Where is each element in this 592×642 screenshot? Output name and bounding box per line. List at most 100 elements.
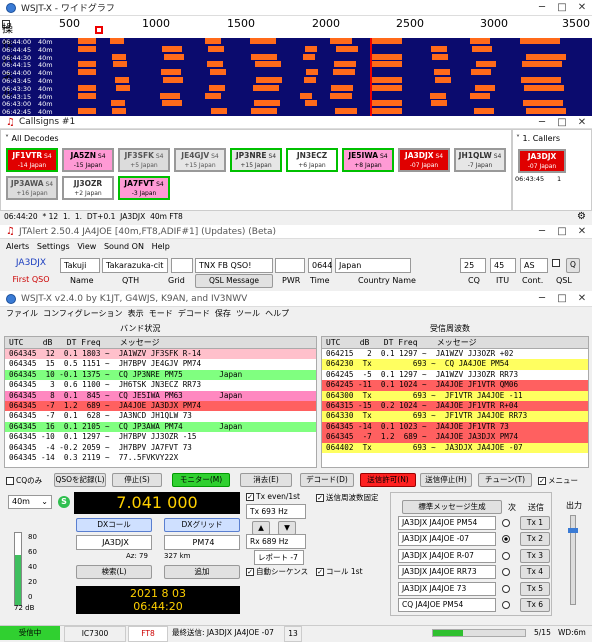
band-activity-table[interactable]: UTC dB DT Freq メッセージ 064345 12 0.1 1803 … <box>4 336 317 468</box>
decode-row[interactable]: 064345 -7 1.2 689 ~ JA4JOE JA3DJX PM74 <box>5 400 316 412</box>
report-spinbox[interactable]: レポート -7 <box>254 550 304 565</box>
itu-zone-select[interactable]: 45 <box>490 258 516 273</box>
call-1st-checkbox[interactable]: ✓ コール 1st <box>316 566 363 577</box>
decode-row[interactable]: 064345 -7 0.1 628 ~ JA3NCD JH1QLW 73 <box>5 411 316 422</box>
decode-row[interactable]: 064315 -15 0.2 1024 ~ JA4JOE JF1VTR R+04 <box>322 400 588 412</box>
lookup-button[interactable]: 検索(L) <box>76 565 152 579</box>
tx-next-radio[interactable] <box>502 551 510 560</box>
maximize-icon[interactable]: □ <box>552 293 572 304</box>
pwr-field[interactable] <box>275 258 305 273</box>
menu-config[interactable]: コンフィグレーション <box>43 309 122 318</box>
minimize-icon[interactable]: ─ <box>532 117 552 128</box>
rx-freq-spinbox[interactable]: Rx 689 Hz <box>246 534 306 549</box>
qsl-checkbox[interactable] <box>552 259 560 267</box>
close-icon[interactable]: ✕ <box>572 293 592 304</box>
tx-now-button[interactable]: Tx 5 <box>520 581 550 596</box>
tx-now-button[interactable]: Tx 3 <box>520 548 550 563</box>
tx-even-checkbox[interactable]: ✓ Tx even/1st <box>246 492 300 501</box>
decode-row[interactable]: 064330 Tx 693 ~ JF1VTR JA4JOE RR73 <box>322 411 588 422</box>
menu-save[interactable]: 保存 <box>215 309 231 318</box>
minimize-icon[interactable]: ─ <box>532 293 552 304</box>
callsign-card[interactable]: JE4GJV S4 +15 Japan <box>174 148 226 172</box>
enable-tx-button[interactable]: 送信許可(N) <box>360 473 416 487</box>
tx-now-button[interactable]: Tx 4 <box>520 565 550 580</box>
decode-button[interactable]: デコード(D) <box>300 473 354 487</box>
generate-messages-button[interactable]: 標準メッセージ生成 <box>402 500 502 514</box>
waterfall-display[interactable]: 操作パネル 500 1000 1500 2000 2500 3000 3500 … <box>0 16 592 116</box>
callers-tree[interactable]: ˅ 1. Callers <box>516 134 560 143</box>
decode-row[interactable]: 064345 -4 -0.2 2059 ~ JH7BPV JA7FVT 73 <box>5 442 316 453</box>
menu-file[interactable]: ファイル <box>6 309 38 318</box>
power-slider-handle[interactable] <box>568 528 578 533</box>
all-decodes-tree[interactable]: ˅ All Decodes <box>5 134 59 143</box>
gear-icon[interactable]: ⚙ <box>577 211 586 223</box>
decode-row[interactable]: 064345 -14 0.3 2119 ~ 77..5FVKVY22X <box>5 452 316 464</box>
stop-button[interactable]: 停止(S) <box>112 473 162 487</box>
tx-message-field[interactable]: JA3DJX JA4JOE 73 <box>398 581 496 596</box>
menu-decode[interactable]: デコード <box>178 309 210 318</box>
minimize-icon[interactable]: ─ <box>532 2 552 13</box>
power-slider[interactable] <box>568 515 578 605</box>
decode-row[interactable]: 064345 10 -0.1 1375 ~ CQ JP3NRE PM75 Jap… <box>5 369 316 381</box>
qsl-message-field[interactable]: TNX FB QSO! <box>195 258 273 273</box>
band-select[interactable]: 40m ⌄ <box>8 495 52 509</box>
callsign-card[interactable]: JA7FVT S4 -3 Japan <box>118 176 170 200</box>
decode-row[interactable]: 064345 8 0.1 845 ~ CQ JE5IWA PM63 Japan <box>5 390 316 401</box>
dial-frequency[interactable]: 7.041 000 <box>74 492 240 514</box>
hold-tx-freq-checkbox[interactable]: ✓ 送信周波数固定 <box>316 492 379 503</box>
decode-row[interactable]: 064402 Tx 693 ~ JA3DJX JA4JOE -07 <box>322 442 588 453</box>
jtalert-callsign[interactable]: JA3DJX <box>6 258 56 268</box>
close-icon[interactable]: ✕ <box>572 2 592 13</box>
decode-row[interactable]: 064230 Tx 693 ~ CQ JA4JOE PM54 <box>322 359 588 370</box>
decode-row[interactable]: 064245 -5 0.1 1297 ~ JA1WZV JJ3OZR RR73 <box>322 369 588 381</box>
menu-tools[interactable]: ツール <box>236 309 260 318</box>
auto-seq-checkbox[interactable]: ✓ 自動シーケンス <box>246 566 308 577</box>
tx-message-field[interactable]: JA3DJX JA4JOE -07 <box>398 532 496 547</box>
continent-select[interactable]: AS <box>520 258 548 273</box>
down-arrow-button[interactable]: ▼ <box>278 521 296 535</box>
tx-message-field[interactable]: JA3DJX JA4JOE PM54 <box>398 516 496 530</box>
menus-checkbox[interactable]: ✓ メニュー <box>538 475 578 486</box>
menu-view[interactable]: 表示 <box>128 309 144 318</box>
tx-now-button[interactable]: Tx 1 <box>520 516 550 530</box>
tx-next-radio[interactable] <box>502 519 510 527</box>
up-arrow-button[interactable]: ▲ <box>252 521 270 535</box>
caller-card[interactable]: JA3DJX -07 Japan <box>518 149 566 173</box>
rx-frequency-table[interactable]: UTC dB DT Freq メッセージ 064215 2 0.1 1297 ~… <box>321 336 589 468</box>
log-qso-button[interactable]: QSOを記録(L) <box>54 473 106 487</box>
query-button[interactable]: Q <box>566 258 580 273</box>
dx-grid-field[interactable]: PM74 <box>164 535 240 550</box>
qsl-message-label[interactable]: QSL Message <box>195 274 273 288</box>
minimize-icon[interactable]: ─ <box>532 226 552 237</box>
tx-message-field[interactable]: CQ JA4JOE PM54 <box>398 598 496 612</box>
tx-next-radio[interactable] <box>502 601 510 609</box>
tx-next-radio[interactable] <box>502 584 510 593</box>
decode-row[interactable]: 064345 -10 0.1 1297 ~ JH7BPV JJ3OZR -15 <box>5 432 316 443</box>
callsign-card[interactable]: JP3NRE S4 +15 Japan <box>230 148 282 172</box>
callsign-card[interactable]: JP3AWA S4 +16 Japan <box>6 176 58 200</box>
tx-message-field[interactable]: JA3DJX JA4JOE RR73 <box>398 565 496 580</box>
callsign-card[interactable]: JF1VTR S4 -14 Japan <box>6 148 58 172</box>
add-button[interactable]: 追加 <box>164 565 240 579</box>
maximize-icon[interactable]: □ <box>552 117 572 128</box>
callsign-card[interactable]: JA3DJX S4 -07 Japan <box>398 148 450 172</box>
decode-row[interactable]: 064215 2 0.1 1297 ~ JA1WZV JJ3OZR +02 <box>322 349 588 360</box>
menu-view[interactable]: View <box>77 242 96 251</box>
menu-mode[interactable]: モード <box>149 309 173 318</box>
close-icon[interactable]: ✕ <box>572 117 592 128</box>
cq-zone-select[interactable]: 25 <box>460 258 486 273</box>
menu-settings[interactable]: Settings <box>37 242 70 251</box>
menu-help[interactable]: Help <box>152 242 170 251</box>
decode-row[interactable]: 064300 Tx 693 ~ JF1VTR JA4JOE -11 <box>322 390 588 401</box>
decode-row[interactable]: 064345 3 0.6 1100 ~ JH6TSK JN3ECZ RR73 <box>5 380 316 391</box>
decode-row[interactable]: 064345 12 0.1 1803 ~ JA1WZV JF3SFK R-14 <box>5 349 316 360</box>
close-icon[interactable]: ✕ <box>572 226 592 237</box>
callsign-card[interactable]: JE5IWA S4 +8 Japan <box>342 148 394 172</box>
erase-button[interactable]: 消去(E) <box>240 473 292 487</box>
time-field[interactable]: 0644 <box>308 258 332 273</box>
dx-call-button[interactable]: DXコール <box>76 518 152 532</box>
decode-row[interactable]: 064345 15 0.5 1151 ~ JH7BPV JE4GJV PM74 <box>5 359 316 370</box>
tx-freq-spinbox[interactable]: Tx 693 Hz <box>246 504 306 519</box>
callsign-card[interactable]: JH1QLW S4 -7 Japan <box>454 148 506 172</box>
callsign-card[interactable]: JF3SFK S4 +5 Japan <box>118 148 170 172</box>
